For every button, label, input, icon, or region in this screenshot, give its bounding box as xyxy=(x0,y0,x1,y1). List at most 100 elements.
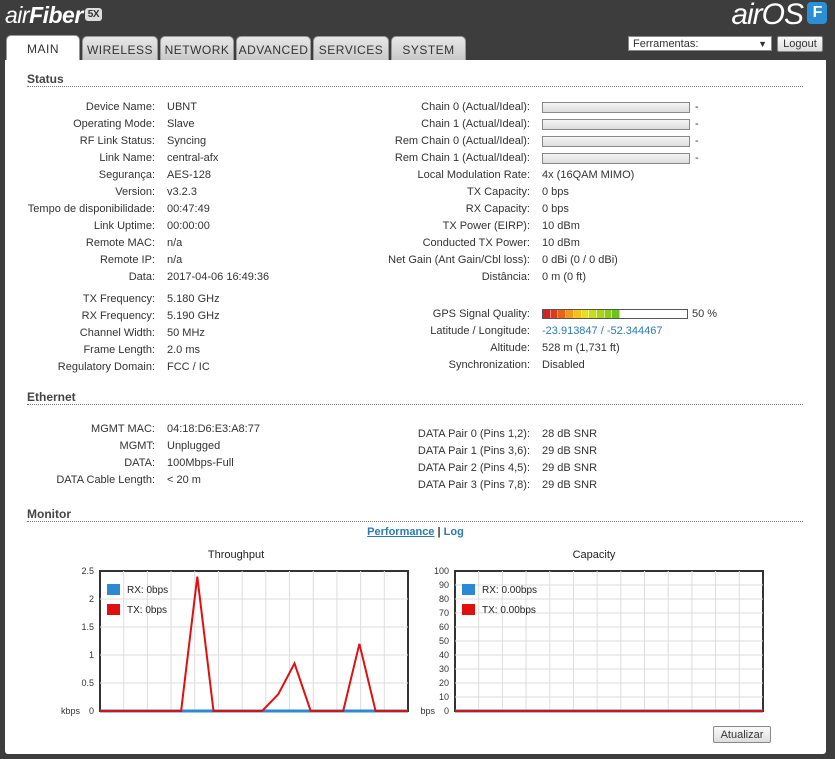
y-tick-label: 2.5 xyxy=(81,566,94,576)
field-label: TX Power (EIRP): xyxy=(442,220,530,232)
chain-label: Rem Chain 0 (Actual/Ideal): xyxy=(394,135,530,147)
field-label: Distância: xyxy=(481,271,530,283)
tools-dropdown[interactable]: Ferramentas: ▼ xyxy=(628,36,772,51)
airos-badge: F xyxy=(807,2,827,25)
eth-pair-value: 29 dB SNR xyxy=(542,445,598,457)
y-tick-label: 80 xyxy=(439,594,449,604)
field-label: TX Frequency: xyxy=(82,293,155,305)
chevron-down-icon: ▼ xyxy=(758,39,767,49)
gps-bar-segment xyxy=(626,310,634,318)
field-label: RX Frequency: xyxy=(81,310,155,322)
tab-main[interactable]: MAIN xyxy=(6,35,80,61)
tab-system[interactable]: SYSTEM xyxy=(391,36,466,60)
field-value: 2017-04-06 16:49:36 xyxy=(167,271,270,283)
y-tick-label: 60 xyxy=(439,622,449,632)
field-label: Frame Length: xyxy=(83,344,155,356)
gps-bar-segment xyxy=(581,310,590,318)
refresh-button[interactable]: Atualizar xyxy=(713,726,771,743)
eth-value: 100Mbps-Full xyxy=(167,457,234,469)
chain-signal-bar xyxy=(542,136,690,147)
chain-label: Rem Chain 1 (Actual/Ideal): xyxy=(394,152,530,164)
eth-pair-value: 29 dB SNR xyxy=(542,462,598,474)
latlon-link[interactable]: -23.913847 / -52.344467 xyxy=(542,325,663,337)
field-value: central-afx xyxy=(167,152,219,164)
field-value: 0 dBi (0 / 0 dBi) xyxy=(542,254,618,266)
y-tick-label: 30 xyxy=(439,664,449,674)
field-label: Device Name: xyxy=(85,101,155,113)
field-label: Tempo de disponibilidade: xyxy=(27,203,155,215)
eth-label: DATA Cable Length: xyxy=(56,474,155,486)
y-tick-label: 0 xyxy=(444,706,449,716)
logout-button[interactable]: Logout xyxy=(777,36,823,52)
ethernet-divider xyxy=(27,404,803,405)
chain-signal-bar xyxy=(542,119,690,130)
throughput-chart: 0 0.5 1 1.5 2 2.5 kbps RX: 0bps TX: 0bps xyxy=(61,566,409,716)
eth-pair-label: DATA Pair 1 (Pins 3,6): xyxy=(417,445,530,457)
y-tick-label: 1 xyxy=(89,650,94,660)
y-tick-label: 0.5 xyxy=(81,678,94,688)
gps-bar-segment xyxy=(543,310,551,318)
eth-value: < 20 m xyxy=(167,474,201,486)
gps-signal-bar xyxy=(542,309,688,319)
gps-bar-segment xyxy=(573,310,582,318)
eth-label: DATA: xyxy=(124,457,155,469)
gps-bar-segment xyxy=(558,310,567,318)
field-value: UBNT xyxy=(167,101,197,113)
tx-legend-swatch xyxy=(107,604,120,615)
y-tick-label: 1.5 xyxy=(81,622,94,632)
capacity-chart: 0 10 20 30 40 50 60 70 80 90 100 bps RX: 0.00bps TX: … xyxy=(420,566,764,716)
field-value: 2.0 ms xyxy=(167,344,201,356)
field-value: 00:00:00 xyxy=(167,220,210,232)
tab-wireless[interactable]: WIRELESS xyxy=(82,36,158,60)
y-tick-label: 70 xyxy=(439,608,449,618)
rx-legend-swatch xyxy=(462,584,475,595)
field-value: 10 dBm xyxy=(542,237,580,249)
field-label: Remote MAC: xyxy=(85,237,155,249)
tx-legend-label: TX: 0.00bps xyxy=(482,605,536,616)
gps-bar-segment xyxy=(604,310,613,318)
performance-link[interactable]: Performance xyxy=(367,526,434,538)
log-link[interactable]: Log xyxy=(444,526,464,538)
field-value: 5.190 GHz xyxy=(167,310,220,322)
field-label: RF Link Status: xyxy=(79,135,155,147)
field-value: n/a xyxy=(167,254,183,266)
sync-value: Disabled xyxy=(542,359,585,371)
y-unit-label: kbps xyxy=(61,706,81,716)
tx-legend-swatch xyxy=(462,604,475,615)
monitor-divider xyxy=(27,521,803,522)
y-unit-label: bps xyxy=(420,706,435,716)
eth-pair-value: 28 dB SNR xyxy=(542,428,598,440)
logo-air-text: air xyxy=(5,2,30,28)
gps-bar-segment xyxy=(666,310,674,318)
field-value: 0 m (0 ft) xyxy=(542,271,587,283)
gps-bar-segment xyxy=(673,310,681,318)
chain-value: - xyxy=(695,101,699,113)
field-label: RX Capacity: xyxy=(465,203,530,215)
y-tick-label: 40 xyxy=(439,650,449,660)
chain-label: Chain 1 (Actual/Ideal): xyxy=(421,118,530,130)
field-label: Remote IP: xyxy=(99,254,155,266)
logo-fiber-text: Fiber xyxy=(29,2,83,28)
gps-quality-label: GPS Signal Quality: xyxy=(432,308,530,320)
tab-services[interactable]: SERVICES xyxy=(313,36,389,60)
field-label: Segurança: xyxy=(98,169,155,181)
gps-bar-segment xyxy=(640,310,647,318)
y-tick-label: 0 xyxy=(89,706,94,716)
airfiber-logo: airFiber 5X xyxy=(5,2,103,29)
gps-bar-segment xyxy=(566,310,574,318)
eth-value: 04:18:D6:E3:A8:77 xyxy=(167,423,260,435)
gps-bar-segment xyxy=(612,310,621,318)
gps-bar-segment xyxy=(646,310,654,318)
tab-advanced[interactable]: ADVANCED xyxy=(236,36,311,60)
eth-value: Unplugged xyxy=(167,440,221,452)
main-panel: Status Device Name: UBNT Operating Mode: Sl… xyxy=(5,60,826,754)
tab-network[interactable]: NETWORK xyxy=(160,36,234,60)
y-tick-label: 50 xyxy=(439,636,449,646)
chain-label: Chain 0 (Actual/Ideal): xyxy=(421,101,530,113)
gps-bar-segment xyxy=(680,310,688,318)
gps-bar-segment xyxy=(596,310,605,318)
field-label: Conducted TX Power: xyxy=(422,237,530,249)
logo-model-badge: 5X xyxy=(84,8,103,22)
eth-label: MGMT MAC: xyxy=(91,423,155,435)
rx-legend-label: RX: 0bps xyxy=(127,585,168,596)
